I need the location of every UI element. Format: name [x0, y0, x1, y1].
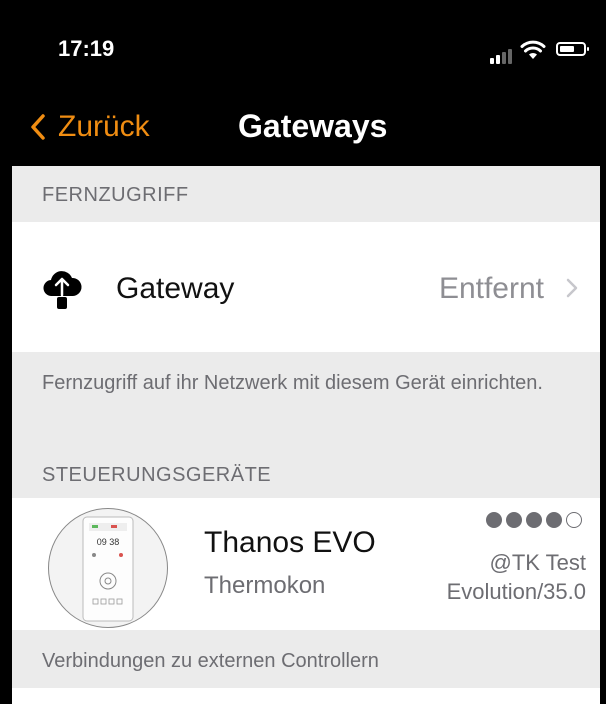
- device-vendor: Thermokon: [204, 572, 326, 599]
- signal-dot-filled: [526, 512, 542, 528]
- cloud-upload-icon: [43, 271, 82, 309]
- section-header-remote: FERNZUGRIFF: [42, 184, 189, 206]
- section-footer-controllers: Verbindungen zu externen Controllern: [42, 650, 379, 672]
- page-title: Gateways: [238, 108, 388, 144]
- battery-icon: [556, 42, 589, 56]
- section-header-controllers: STEUERUNGSGERÄTE: [42, 464, 272, 486]
- back-label: Zurück: [58, 110, 150, 143]
- signal-icon: [490, 46, 514, 64]
- device-location: @TK Test: [489, 550, 586, 575]
- status-time: 17:19: [58, 36, 115, 61]
- signal-dot-filled: [486, 512, 502, 528]
- signal-dot-filled: [506, 512, 522, 528]
- device-name: Thanos EVO: [204, 526, 376, 559]
- controller-device-row[interactable]: 09 38 Thanos EVO Thermokon @TK Test Evol…: [12, 498, 600, 630]
- signal-dot-filled: [546, 512, 562, 528]
- next-row: [12, 688, 600, 704]
- gateway-row[interactable]: Gateway Entfernt: [12, 222, 600, 352]
- chevron-right-icon: [566, 278, 578, 298]
- signal-strength-indicator: [486, 512, 582, 528]
- device-info: @TK Test Evolution/35.0: [447, 548, 586, 606]
- signal-dot-empty: [566, 512, 582, 528]
- app-screen: 17:19 Zurück Gateways FERNZUGRIFF Gatewa…: [12, 12, 600, 704]
- section-footer-remote: Fernzugriff auf ihr Netzwerk mit diesem …: [42, 372, 543, 394]
- thermostat-device-icon: 09 38: [82, 516, 134, 622]
- status-bar: 17:19: [12, 12, 600, 80]
- gateway-status-value: Entfernt: [438, 272, 544, 305]
- wifi-icon: [520, 40, 546, 59]
- navigation-bar: Zurück Gateways: [12, 80, 600, 166]
- device-image: 09 38: [48, 508, 168, 628]
- device-firmware: Evolution/35.0: [446, 579, 586, 604]
- device-display-time: 09 38: [97, 537, 120, 547]
- chevron-left-icon: [31, 114, 45, 140]
- gateway-label: Gateway: [116, 272, 235, 305]
- back-button[interactable]: Zurück: [30, 110, 150, 144]
